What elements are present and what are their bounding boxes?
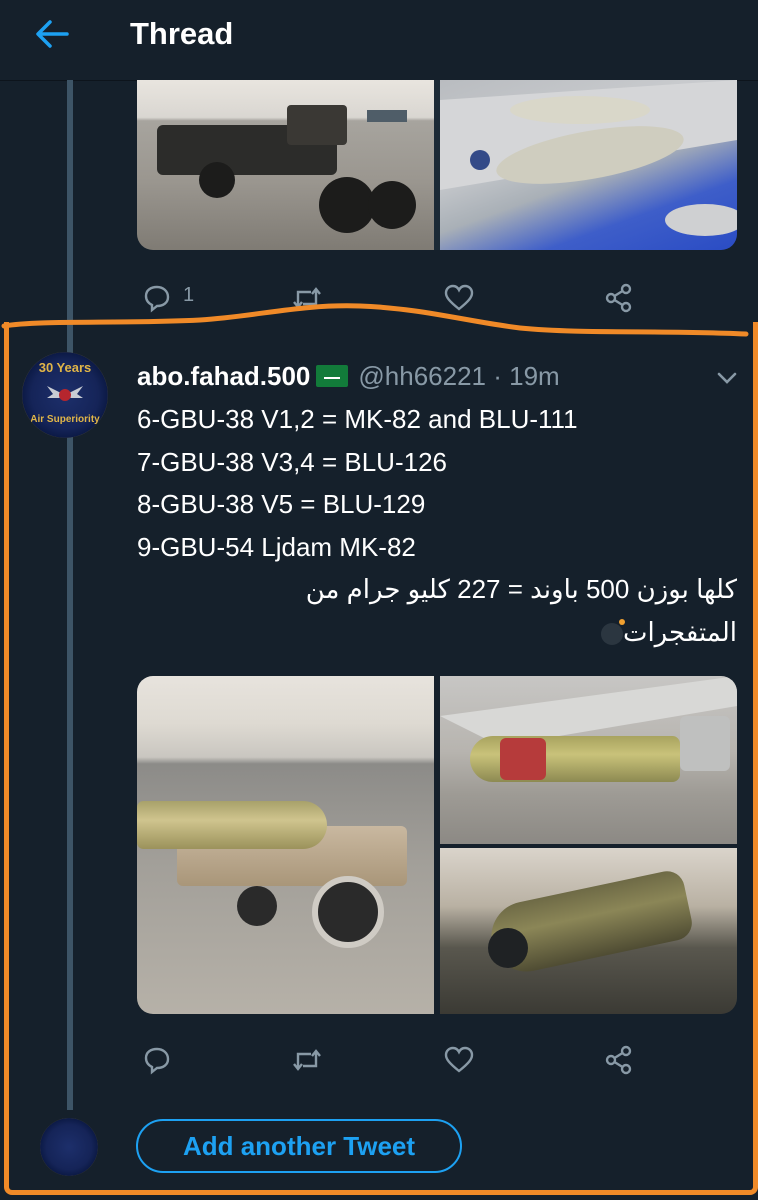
bomb-nose-graphic bbox=[488, 928, 528, 968]
media-image-bombs-display[interactable] bbox=[440, 848, 737, 1014]
tweet-line: 6-GBU-38 V1,2 = MK-82 and BLU-111 bbox=[137, 404, 578, 434]
media-image-tow-tractor[interactable] bbox=[137, 80, 434, 250]
avatar-bottom-text: Air Superiority bbox=[30, 414, 100, 425]
previous-tweet-media[interactable] bbox=[137, 80, 737, 250]
share-button[interactable] bbox=[599, 1040, 639, 1080]
media-image-bomb-cart[interactable] bbox=[137, 676, 434, 1014]
page-title: Thread bbox=[130, 16, 234, 51]
tweet-line: 9-GBU-54 Ljdam MK-82 bbox=[137, 531, 416, 562]
tow-tractor-graphic bbox=[157, 105, 416, 233]
like-button[interactable] bbox=[439, 1040, 479, 1080]
bomb-band-graphic bbox=[500, 738, 546, 780]
tweet-media-grid bbox=[137, 676, 737, 1014]
avatar[interactable]: 30 Years Air Superiority bbox=[22, 352, 108, 438]
share-icon bbox=[605, 1045, 632, 1075]
media-image-bomb-under-wing[interactable] bbox=[440, 676, 737, 844]
avatar-top-text: 30 Years bbox=[38, 360, 92, 375]
composer-avatar bbox=[40, 1118, 98, 1176]
back-arrow-icon bbox=[36, 20, 69, 48]
cart-wheel-graphic bbox=[312, 876, 384, 948]
emoji-icon bbox=[600, 618, 625, 645]
tweet-line: 7-GBU-38 V3,4 = BLU-126 bbox=[137, 446, 447, 477]
handle-and-time: @hh66221 · 19m bbox=[358, 360, 560, 391]
saudi-flag-icon bbox=[316, 365, 349, 387]
wings-emblem-icon bbox=[47, 386, 83, 401]
like-icon bbox=[444, 1046, 474, 1073]
app-header: Thread bbox=[0, 0, 758, 81]
jet-bombs-graphic bbox=[440, 80, 737, 236]
tweet-line-arabic: كلها بوزن 500 باوند = 227 كليو جرام من bbox=[305, 574, 737, 604]
tweet-body: 6-GBU-38 V1,2 = MK-82 and BLU-111 7-GBU-… bbox=[137, 398, 737, 653]
reply-button[interactable] bbox=[137, 1040, 177, 1080]
chevron-down-icon[interactable] bbox=[714, 368, 740, 388]
tweet-header: abo.fahad.500 @hh66221 · 19m bbox=[137, 358, 560, 394]
add-another-tweet-button[interactable]: Add another Tweet bbox=[136, 1119, 462, 1173]
display-name[interactable]: abo.fahad.500 bbox=[137, 361, 310, 392]
tweet-line-arabic-2: المتفجرات bbox=[137, 611, 737, 654]
reply-icon bbox=[144, 1047, 170, 1075]
retweet-button[interactable] bbox=[287, 1040, 327, 1080]
bomb-graphic bbox=[137, 801, 327, 849]
cart-wheel-graphic bbox=[237, 886, 277, 926]
back-button[interactable] bbox=[30, 14, 74, 54]
tweet-actions bbox=[137, 1040, 737, 1080]
retweet-icon bbox=[293, 1049, 321, 1071]
tweet-arabic-word: المتفجرات bbox=[622, 616, 737, 647]
tweet-line: 8-GBU-38 V5 = BLU-129 bbox=[137, 489, 426, 519]
media-image-jet-bombs[interactable] bbox=[440, 80, 737, 250]
